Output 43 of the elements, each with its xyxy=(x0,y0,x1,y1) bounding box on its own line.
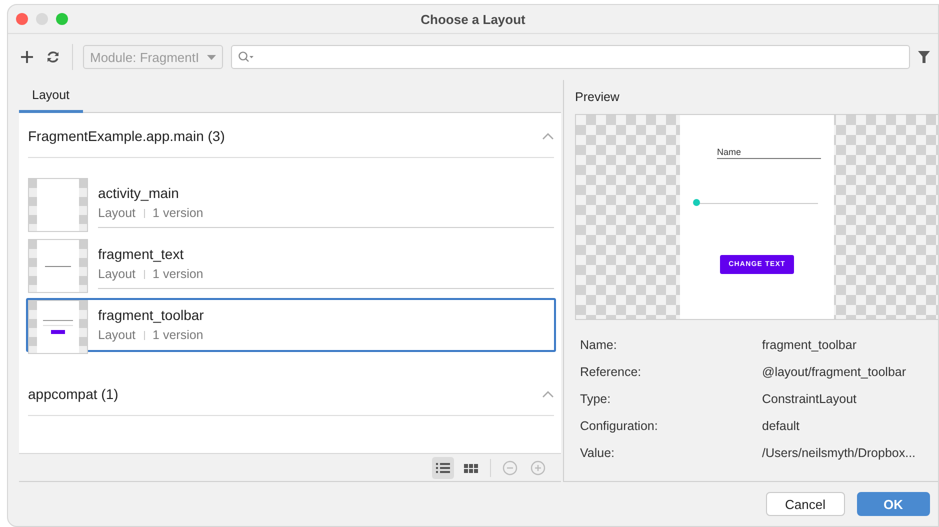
property-label: Type: xyxy=(580,392,612,406)
property-label: Configuration: xyxy=(580,419,659,433)
property-label: Name: xyxy=(580,338,618,352)
property-value: /Users/neilsmyth/Dropbox... xyxy=(762,446,917,460)
layout-name: fragment_toolbar xyxy=(98,307,205,323)
layout-item[interactable]: fragment_text Layout 1 version xyxy=(26,237,556,291)
property-value: @layout/fragment_toolbar xyxy=(762,365,908,379)
layout-thumbnail xyxy=(28,239,88,293)
cancel-button[interactable]: Cancel xyxy=(766,492,844,516)
search-field[interactable] xyxy=(231,45,910,69)
property-label: Reference: xyxy=(580,365,642,379)
filter-icon[interactable] xyxy=(918,51,930,63)
layout-item[interactable]: fragment_toolbar Layout 1 version xyxy=(26,298,556,352)
chevron-icon[interactable] xyxy=(542,390,554,398)
layout-thumbnail xyxy=(28,178,88,232)
window-title: Choose a Layout xyxy=(420,12,526,26)
layout-type: Layout xyxy=(98,206,136,220)
zoom-icon[interactable] xyxy=(56,13,68,25)
search-icon xyxy=(238,51,254,63)
property-label: Value: xyxy=(580,446,616,460)
name-field: Name xyxy=(717,147,821,159)
property-value: ConstraintLayout xyxy=(762,392,858,406)
layout-item[interactable]: activity_main Layout 1 version xyxy=(26,176,556,230)
preview-title: Preview xyxy=(575,90,620,104)
caret-icon xyxy=(207,54,216,60)
group-title: FragmentExample.app.main (3) xyxy=(28,128,225,144)
ok-button[interactable]: OK xyxy=(856,492,930,516)
property-value: default xyxy=(762,419,801,433)
property-value: fragment_toolbar xyxy=(762,338,858,352)
version-count: 1 version xyxy=(152,328,204,342)
list-view-button[interactable] xyxy=(432,456,454,478)
layout-name: fragment_text xyxy=(98,246,185,262)
layout-type: Layout xyxy=(98,328,136,342)
version-count: 1 version xyxy=(152,267,204,281)
chevron-icon[interactable] xyxy=(542,132,554,140)
layout-name: activity_main xyxy=(98,185,180,201)
layout-type: Layout xyxy=(98,267,136,281)
minimize-icon[interactable] xyxy=(36,13,48,25)
add-icon[interactable] xyxy=(18,48,36,66)
group-title: appcompat (1) xyxy=(28,386,118,402)
layout-thumbnail xyxy=(28,300,88,354)
close-icon[interactable] xyxy=(16,13,28,25)
version-count: 1 version xyxy=(152,206,204,220)
